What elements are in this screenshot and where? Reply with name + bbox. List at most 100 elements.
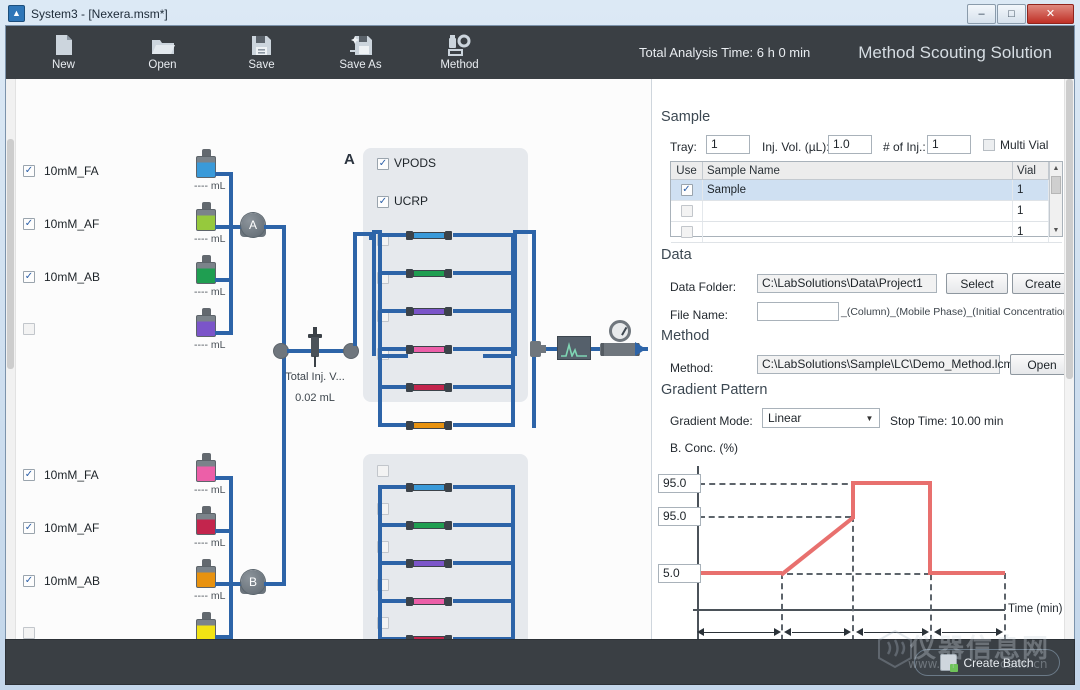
reagent-item-a3[interactable]: ✓ 10mM_AB	[23, 270, 100, 284]
rack-a-checkbox-1[interactable]: ✓	[377, 158, 389, 170]
reagent-item-b3[interactable]: ✓ 10mM_AB	[23, 574, 100, 588]
rack-a-item-1[interactable]: ✓ VPODS	[377, 158, 389, 170]
column-body	[413, 560, 445, 567]
reagent-checkbox-b2[interactable]: ✓	[23, 522, 35, 534]
column-end	[406, 421, 413, 430]
reagent-item-a1[interactable]: ✓ 10mM_FA	[23, 164, 99, 178]
properties-scrollbar-thumb[interactable]	[1066, 79, 1073, 379]
reagent-checkbox-b3[interactable]: ✓	[23, 575, 35, 587]
rack-a-item-2[interactable]: ✓ UCRP	[377, 196, 389, 208]
chart-dim-arrow-left-4	[934, 628, 941, 636]
column-b4[interactable]	[406, 597, 452, 606]
save-as-icon	[349, 34, 373, 56]
reagent-checkbox-a3[interactable]: ✓	[23, 271, 35, 283]
pipe	[453, 385, 515, 389]
toolbar-button-save[interactable]: Save	[212, 26, 311, 79]
chart-y-input-3[interactable]: 5.0	[658, 564, 701, 583]
pump-a[interactable]: A	[241, 213, 265, 237]
reagent-item-b2[interactable]: ✓ 10mM_AF	[23, 521, 99, 535]
diagram-scrollbar[interactable]	[6, 79, 16, 659]
properties-scrollbar[interactable]	[1064, 79, 1074, 659]
chart-y-input-1[interactable]: 95.0	[658, 474, 701, 493]
pipe	[532, 230, 536, 428]
chart-dim-arrow-left-2	[784, 628, 791, 636]
chromatogram-detector-icon[interactable]	[557, 336, 591, 360]
reagent-item-a4[interactable]: ✓	[23, 323, 44, 335]
pipe	[378, 309, 408, 313]
bottle-b1[interactable]: ---- mL	[194, 453, 218, 496]
mixer-node-right	[344, 344, 358, 358]
toolbar-button-new[interactable]: New	[14, 26, 113, 79]
bottle-a1[interactable]: ---- mL	[194, 149, 218, 192]
close-button[interactable]: ✕	[1027, 4, 1074, 24]
pressure-gauge-icon[interactable]	[600, 343, 640, 356]
pipe	[453, 233, 515, 237]
bottle-neck	[202, 506, 211, 513]
bottle-a4[interactable]: ---- mL	[194, 308, 218, 351]
bottle-volume-b3: ---- mL	[194, 590, 218, 602]
pipe	[453, 271, 515, 275]
column-b2[interactable]	[406, 521, 452, 530]
pipe	[453, 309, 515, 313]
rack-a-label-1: VPODS	[394, 156, 436, 170]
pump-b[interactable]: B	[241, 570, 265, 594]
bottle-body	[196, 619, 216, 641]
pipe	[453, 423, 515, 427]
bottle-b3[interactable]: ---- mL	[194, 559, 218, 602]
reagent-checkbox-b4[interactable]: ✓	[23, 627, 35, 639]
toolbar-button-save-as[interactable]: Save As	[311, 26, 410, 79]
window-title: System3 - [Nexera.msm*]	[31, 7, 168, 21]
pipe	[372, 230, 376, 356]
column-a1[interactable]	[406, 231, 452, 240]
minimize-button[interactable]: –	[967, 4, 996, 24]
column-a4[interactable]	[406, 345, 452, 354]
rack-a-checkbox-2[interactable]: ✓	[377, 196, 389, 208]
chart-dim-line-2	[792, 632, 846, 633]
bottle-volume-b2: ---- mL	[194, 537, 218, 549]
maximize-button[interactable]: □	[997, 4, 1026, 24]
column-a2[interactable]	[406, 269, 452, 278]
product-brand-title: Method Scouting Solution	[858, 43, 1052, 63]
reagent-checkbox-a4[interactable]: ✓	[23, 323, 35, 335]
pipe	[229, 172, 233, 335]
column-body	[413, 232, 445, 239]
reagent-checkbox-a1[interactable]: ✓	[23, 165, 35, 177]
column-a5[interactable]	[406, 383, 452, 392]
app-logo-icon: ▲	[8, 5, 25, 22]
create-batch-icon	[940, 654, 957, 671]
column-end	[445, 269, 452, 278]
reagent-item-b4[interactable]: ✓	[23, 627, 44, 639]
reagent-label-b3: 10mM_AB	[44, 574, 100, 588]
chart-y-input-2[interactable]: 95.0	[658, 507, 701, 526]
column-b1[interactable]	[406, 483, 452, 492]
reagent-item-a2[interactable]: ✓ 10mM_AF	[23, 217, 99, 231]
reagent-item-b1[interactable]: ✓ 10mM_FA	[23, 468, 99, 482]
flow-arrow-icon	[635, 342, 646, 356]
bottle-a2[interactable]: ---- mL	[194, 202, 218, 245]
chart-x-axis-label: Time (min)	[1008, 603, 1063, 615]
column-b3[interactable]	[406, 559, 452, 568]
bottle-body	[196, 262, 216, 284]
column-body	[413, 270, 445, 277]
toolbar-button-method[interactable]: Method	[410, 26, 509, 79]
pipe	[378, 385, 408, 389]
column-a6[interactable]	[406, 421, 452, 430]
reagent-checkbox-b1[interactable]: ✓	[23, 469, 35, 481]
bottle-b2[interactable]: ---- mL	[194, 506, 218, 549]
chart-y-axis	[697, 466, 699, 651]
reagent-label-a2: 10mM_AF	[44, 217, 99, 231]
reagent-label-b1: 10mM_FA	[44, 468, 99, 482]
chart-x-axis	[693, 609, 1005, 611]
create-batch-button[interactable]: Create Batch	[914, 649, 1060, 676]
diagram-scrollbar-thumb[interactable]	[7, 139, 14, 369]
column-end	[406, 521, 413, 530]
pipe	[378, 599, 408, 603]
reagent-checkbox-a2[interactable]: ✓	[23, 218, 35, 230]
toolbar-button-open[interactable]: Open	[113, 26, 212, 79]
rack-b-checkbox-1[interactable]: ✓	[377, 465, 389, 477]
pipe	[511, 485, 515, 659]
column-a3[interactable]	[406, 307, 452, 316]
bottle-a3[interactable]: ---- mL	[194, 255, 218, 298]
rack-b-item-1[interactable]: ✓	[377, 465, 389, 477]
pipe	[378, 523, 408, 527]
